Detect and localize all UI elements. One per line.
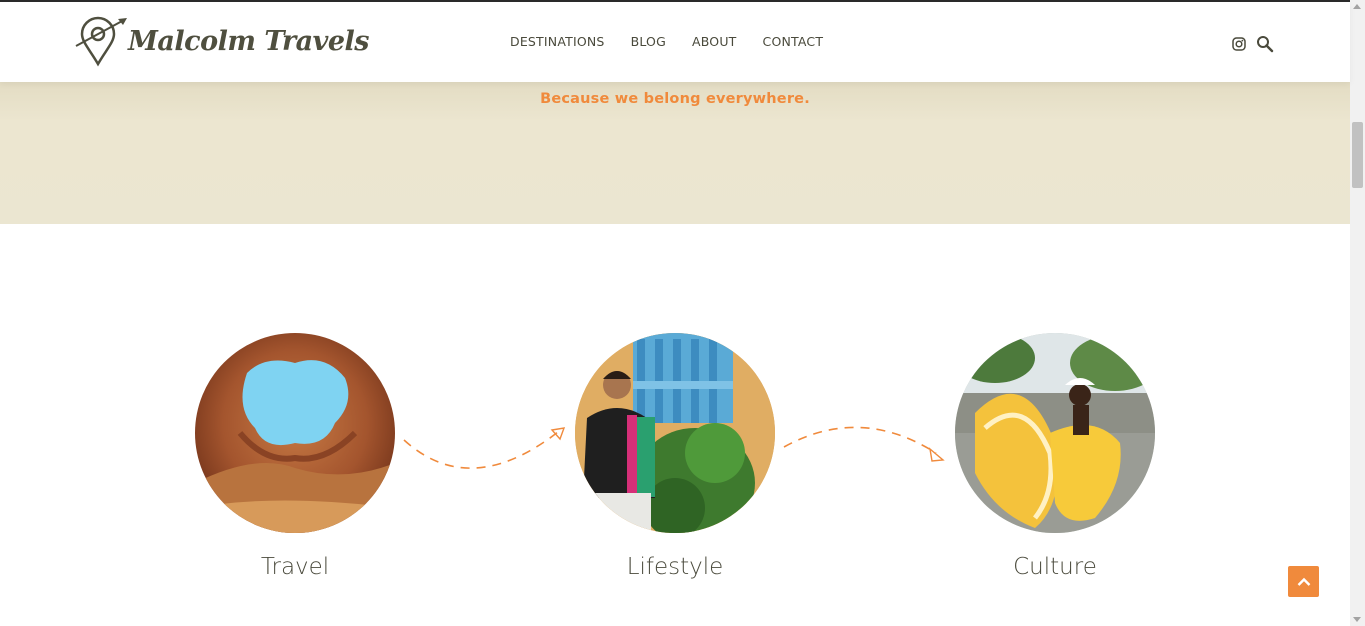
chevron-up-icon (1297, 577, 1310, 586)
category-label-culture[interactable]: Culture (935, 554, 1175, 580)
dashed-arrow-2 (783, 426, 945, 462)
site-logo[interactable]: Malcolm Travels (74, 14, 369, 68)
hero-banner: Because we belong everywhere. (0, 82, 1350, 224)
nav-destinations[interactable]: DESTINATIONS (510, 34, 605, 49)
search-icon[interactable] (1256, 35, 1274, 53)
nav-contact[interactable]: CONTACT (763, 34, 824, 49)
category-lifestyle[interactable]: Lifestyle (575, 333, 775, 580)
category-image-culture[interactable] (955, 333, 1155, 533)
header-icons (1230, 35, 1282, 53)
site-header: Malcolm Travels DESTINATIONS BLOG ABOUT … (0, 2, 1350, 82)
scroll-thumb[interactable] (1352, 122, 1363, 188)
tagline: Because we belong everywhere. (540, 91, 810, 107)
scroll-up-icon[interactable] (1353, 4, 1361, 9)
category-image-travel[interactable] (195, 333, 395, 533)
main-nav: DESTINATIONS BLOG ABOUT CONTACT (510, 34, 849, 49)
category-image-lifestyle[interactable] (575, 333, 775, 533)
logo-text: Malcolm Travels (128, 25, 369, 57)
category-culture[interactable]: Culture (955, 333, 1155, 580)
cave-opening-image (195, 333, 395, 533)
category-label-travel[interactable]: Travel (175, 554, 415, 580)
page-scrollbar[interactable] (1350, 0, 1365, 626)
dancers-image (955, 333, 1155, 533)
nav-blog[interactable]: BLOG (631, 34, 666, 49)
dashed-arrow-1 (403, 427, 566, 469)
instagram-icon[interactable] (1230, 35, 1248, 53)
category-travel[interactable]: Travel (195, 333, 395, 580)
nav-about[interactable]: ABOUT (692, 34, 737, 49)
back-to-top-button[interactable] (1288, 566, 1319, 597)
category-label-lifestyle[interactable]: Lifestyle (555, 554, 795, 580)
map-pin-plane-icon (75, 16, 127, 67)
scroll-down-icon[interactable] (1353, 617, 1361, 622)
man-by-shutter-image (575, 333, 775, 533)
